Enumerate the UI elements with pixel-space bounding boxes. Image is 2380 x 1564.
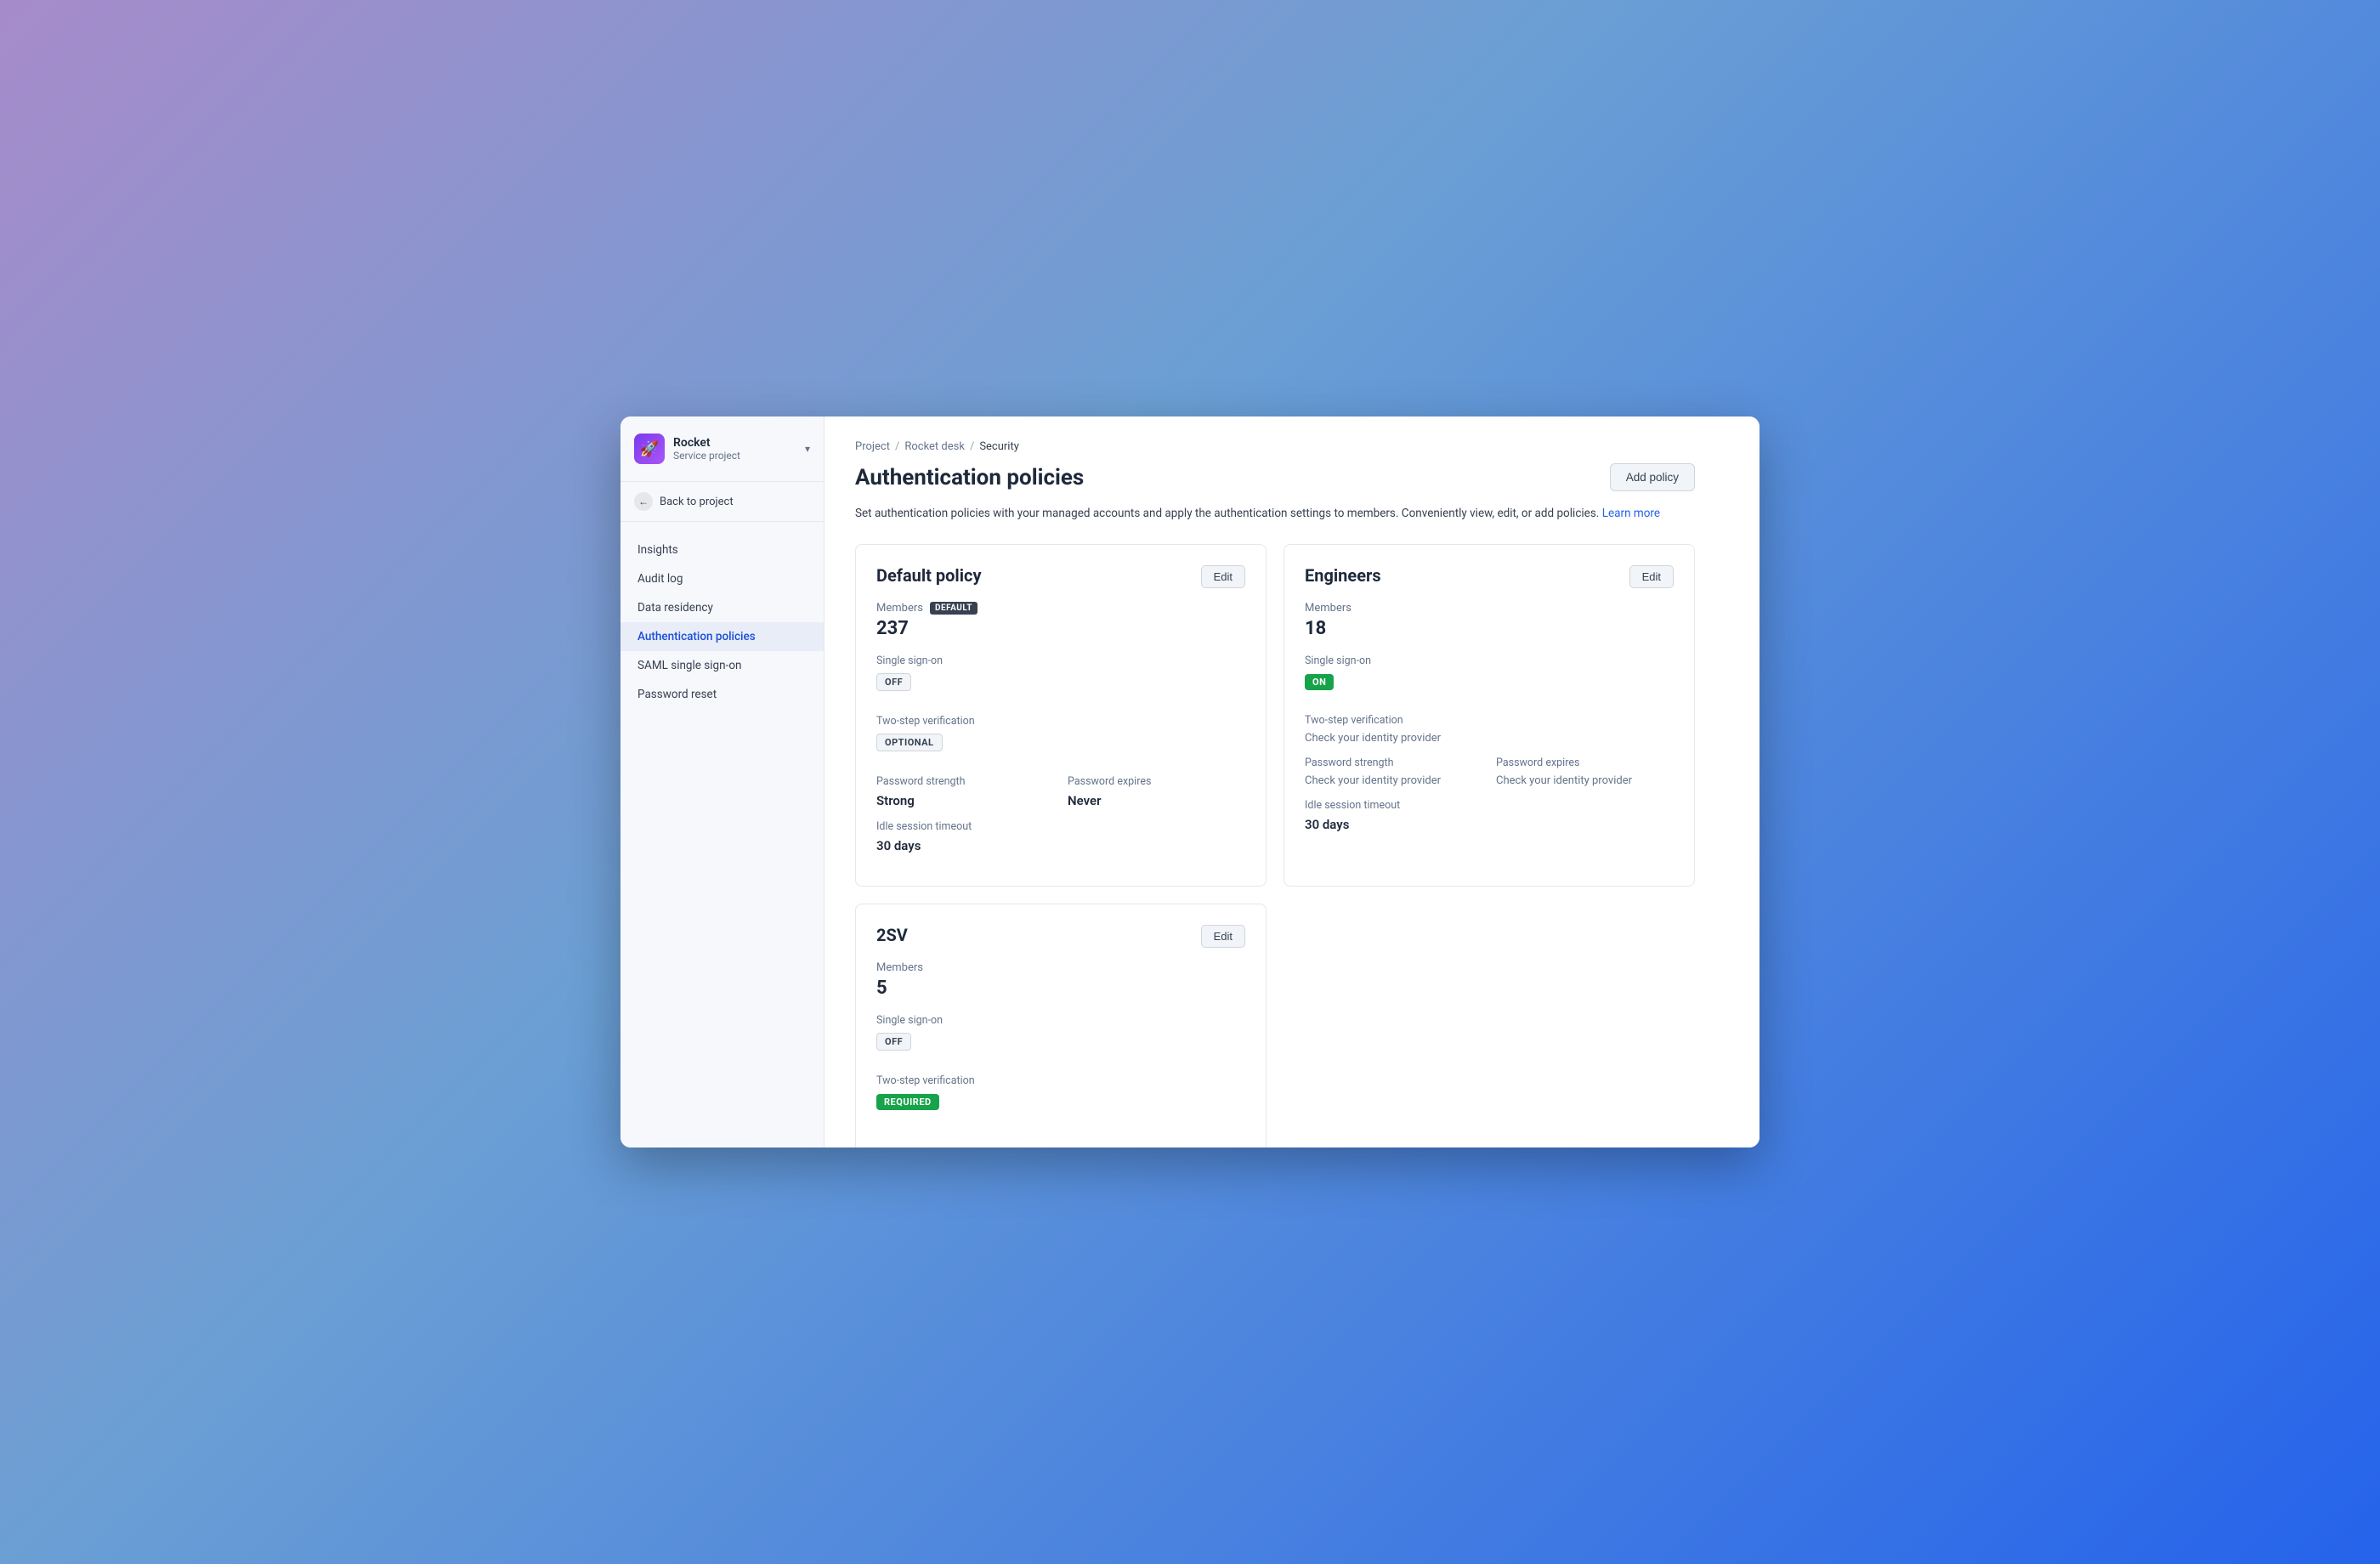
2sv-policy-2sv-section: Two-step verification REQUIRED <box>876 1074 1245 1122</box>
sidebar-project-info: Rocket Service project <box>673 436 740 462</box>
content-inner: Project / Rocket desk / Security Authent… <box>824 416 1726 1148</box>
policy-card-engineers: Engineers Edit Members 18 Single sign-on… <box>1284 544 1695 887</box>
engineers-policy-pw-strength: Password strength Check your identity pr… <box>1305 756 1482 787</box>
engineers-policy-sso-badge: ON <box>1305 674 1334 690</box>
default-policy-title: Default policy <box>876 565 982 586</box>
engineers-policy-pw-expires-label: Password expires <box>1496 756 1674 769</box>
sidebar-item-insights[interactable]: Insights <box>620 536 824 564</box>
2sv-policy-sso-badge: OFF <box>876 1033 911 1051</box>
engineers-policy-members-count: 18 <box>1305 618 1674 639</box>
breadcrumb-project[interactable]: Project <box>855 440 890 453</box>
engineers-policy-sso-label: Single sign-on <box>1305 654 1674 667</box>
sidebar-item-audit-log[interactable]: Audit log <box>620 564 824 593</box>
sidebar-project-subtitle: Service project <box>673 450 740 462</box>
sidebar-item-saml-sso[interactable]: SAML single sign-on <box>620 651 824 680</box>
engineers-policy-pw-row: Password strength Check your identity pr… <box>1305 756 1674 787</box>
2sv-policy-sso-section: Single sign-on OFF <box>876 1014 1245 1062</box>
2sv-policy-members-label: Members <box>876 961 1245 974</box>
back-icon: ← <box>634 492 653 511</box>
default-policy-idle-label: Idle session timeout <box>876 820 1245 833</box>
engineers-policy-2sv-section: Two-step verification Check your identit… <box>1305 714 1674 745</box>
engineers-policy-2sv-value: Check your identity provider <box>1305 732 1674 745</box>
default-policy-members-count: 237 <box>876 618 1245 639</box>
2sv-policy-2sv-label: Two-step verification <box>876 1074 1245 1087</box>
breadcrumb-sep-2: / <box>970 440 974 453</box>
back-to-project-label: Back to project <box>660 496 734 508</box>
sidebar-project-name: Rocket <box>673 436 740 450</box>
sidebar-logo: 🚀 <box>634 434 665 464</box>
default-policy-sso-section: Single sign-on OFF <box>876 654 1245 703</box>
page-description: Set authentication policies with your ma… <box>855 505 1695 524</box>
engineers-policy-pw-strength-label: Password strength <box>1305 756 1482 769</box>
2sv-policy-sso-label: Single sign-on <box>876 1014 1245 1027</box>
sidebar-item-password-reset[interactable]: Password reset <box>620 680 824 709</box>
engineers-policy-idle-section: Idle session timeout 30 days <box>1305 799 1674 832</box>
default-policy-members-label: Members DEFAULT <box>876 602 1245 615</box>
engineers-policy-sso-section: Single sign-on ON <box>1305 654 1674 702</box>
default-policy-pw-row: Password strength Strong Password expire… <box>876 775 1245 808</box>
sidebar-header[interactable]: 🚀 Rocket Service project ▾ <box>620 416 824 482</box>
engineers-policy-pw-expires: Password expires Check your identity pro… <box>1496 756 1674 787</box>
default-policy-2sv-label: Two-step verification <box>876 715 1245 728</box>
2sv-policy-members-count: 5 <box>876 978 1245 999</box>
default-policy-2sv-section: Two-step verification OPTIONAL <box>876 715 1245 763</box>
engineers-policy-pw-strength-value: Check your identity provider <box>1305 774 1482 787</box>
engineers-policy-idle-value: 30 days <box>1305 817 1674 832</box>
policy-card-default: Default policy Edit Members DEFAULT 237 … <box>855 544 1266 887</box>
app-container: 🚀 Rocket Service project ▾ ← Back to pro… <box>620 416 1760 1148</box>
default-policy-pw-strength-label: Password strength <box>876 775 1054 788</box>
sidebar-item-data-residency[interactable]: Data residency <box>620 593 824 622</box>
engineers-policy-members-label: Members <box>1305 602 1674 615</box>
page-header: Authentication policies Add policy <box>855 463 1695 491</box>
policy-card-2sv: 2SV Edit Members 5 Single sign-on OFF Tw… <box>855 904 1266 1148</box>
breadcrumb: Project / Rocket desk / Security <box>855 440 1695 453</box>
default-policy-pw-expires-label: Password expires <box>1068 775 1245 788</box>
add-policy-button[interactable]: Add policy <box>1610 463 1695 491</box>
page-title: Authentication policies <box>855 465 1084 490</box>
default-policy-header: Default policy Edit <box>876 565 1245 588</box>
engineers-policy-pw-expires-value: Check your identity provider <box>1496 774 1674 787</box>
default-policy-idle-value: 30 days <box>876 838 1245 853</box>
breadcrumb-rocket-desk[interactable]: Rocket desk <box>904 440 965 453</box>
default-policy-pw-expires: Password expires Never <box>1068 775 1245 808</box>
engineers-policy-idle-label: Idle session timeout <box>1305 799 1674 812</box>
back-to-project-button[interactable]: ← Back to project <box>620 482 824 522</box>
2sv-policy-2sv-badge: REQUIRED <box>876 1094 939 1110</box>
main-content: Project / Rocket desk / Security Authent… <box>824 416 1760 1148</box>
engineers-policy-2sv-label: Two-step verification <box>1305 714 1674 727</box>
2sv-policy-header: 2SV Edit <box>876 925 1245 948</box>
2sv-policy-edit-button[interactable]: Edit <box>1201 925 1245 948</box>
default-policy-idle-section: Idle session timeout 30 days <box>876 820 1245 853</box>
default-policy-sso-badge: OFF <box>876 673 911 691</box>
engineers-policy-edit-button[interactable]: Edit <box>1629 565 1674 588</box>
sidebar-nav: Insights Audit log Data residency Authen… <box>620 522 824 1148</box>
chevron-down-icon: ▾ <box>805 443 810 455</box>
default-policy-pw-strength: Password strength Strong <box>876 775 1054 808</box>
sidebar-item-auth-policies[interactable]: Authentication policies <box>620 622 824 651</box>
2sv-policy-title: 2SV <box>876 925 908 945</box>
default-policy-pw-strength-value: Strong <box>876 793 1054 808</box>
breadcrumb-sep-1: / <box>895 440 899 453</box>
default-policy-badge: DEFAULT <box>930 602 978 615</box>
breadcrumb-security: Security <box>979 440 1019 453</box>
policy-grid: Default policy Edit Members DEFAULT 237 … <box>855 544 1695 1148</box>
learn-more-link[interactable]: Learn more <box>1602 507 1660 520</box>
default-policy-2sv-badge: OPTIONAL <box>876 734 943 751</box>
default-policy-pw-expires-value: Never <box>1068 793 1245 808</box>
engineers-policy-title: Engineers <box>1305 565 1381 586</box>
engineers-policy-header: Engineers Edit <box>1305 565 1674 588</box>
default-policy-edit-button[interactable]: Edit <box>1201 565 1245 588</box>
default-policy-sso-label: Single sign-on <box>876 654 1245 667</box>
sidebar: 🚀 Rocket Service project ▾ ← Back to pro… <box>620 416 824 1148</box>
